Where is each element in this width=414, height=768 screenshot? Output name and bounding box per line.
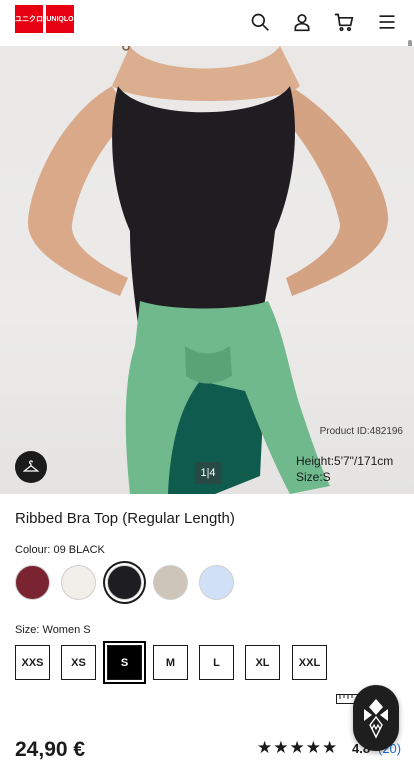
logo-katakana-block: ユニクロ [15, 5, 43, 33]
image-pager: 1|4 [195, 462, 221, 484]
rating-stars-icon: ★★★★★ [257, 738, 339, 757]
colour-swatch-wine[interactable] [15, 565, 50, 600]
logo-latin-text: UNIQLO [46, 15, 74, 23]
size-option-xl[interactable]: XL [245, 645, 280, 680]
hanger-icon[interactable] [15, 451, 47, 483]
uniqlo-logo[interactable]: ユニクロ UNIQLO [15, 5, 74, 33]
model-size: Size:S [296, 470, 331, 484]
colour-swatch-black[interactable] [107, 565, 142, 600]
colour-label: Colour: 09 BLACK [15, 544, 105, 556]
colour-swatch-light-blue[interactable] [199, 565, 234, 600]
size-option-m[interactable]: M [153, 645, 188, 680]
size-option-l[interactable]: L [199, 645, 234, 680]
top-header: ユニクロ UNIQLO [0, 0, 414, 46]
product-image-carousel[interactable]: Product ID:482196 Height:5'7"/171cm Size… [0, 46, 414, 494]
menu-icon[interactable] [374, 9, 400, 35]
cart-icon[interactable] [331, 9, 357, 35]
logo-katakana-text: ユニクロ [15, 15, 43, 23]
size-label: Size: Women S [15, 624, 91, 636]
size-option-xxs[interactable]: XXS [15, 645, 50, 680]
model-height: Height:5'7"/171cm [296, 454, 394, 468]
product-title: Ribbed Bra Top (Regular Length) [15, 510, 235, 527]
assistant-fab[interactable] [353, 685, 399, 751]
account-icon[interactable] [289, 9, 315, 35]
product-price: 24,90 € [15, 738, 86, 761]
search-icon[interactable] [247, 9, 273, 35]
assistant-logo-icon [364, 699, 388, 739]
size-option-xs[interactable]: XS [61, 645, 96, 680]
logo-latin-block: UNIQLO [46, 5, 74, 33]
colour-swatch-beige[interactable] [153, 565, 188, 600]
size-option-s[interactable]: S [107, 645, 142, 680]
size-option-xxl[interactable]: XXL [292, 645, 327, 680]
colour-swatch-off-white[interactable] [61, 565, 96, 600]
product-id: Product ID:482196 [319, 426, 403, 437]
